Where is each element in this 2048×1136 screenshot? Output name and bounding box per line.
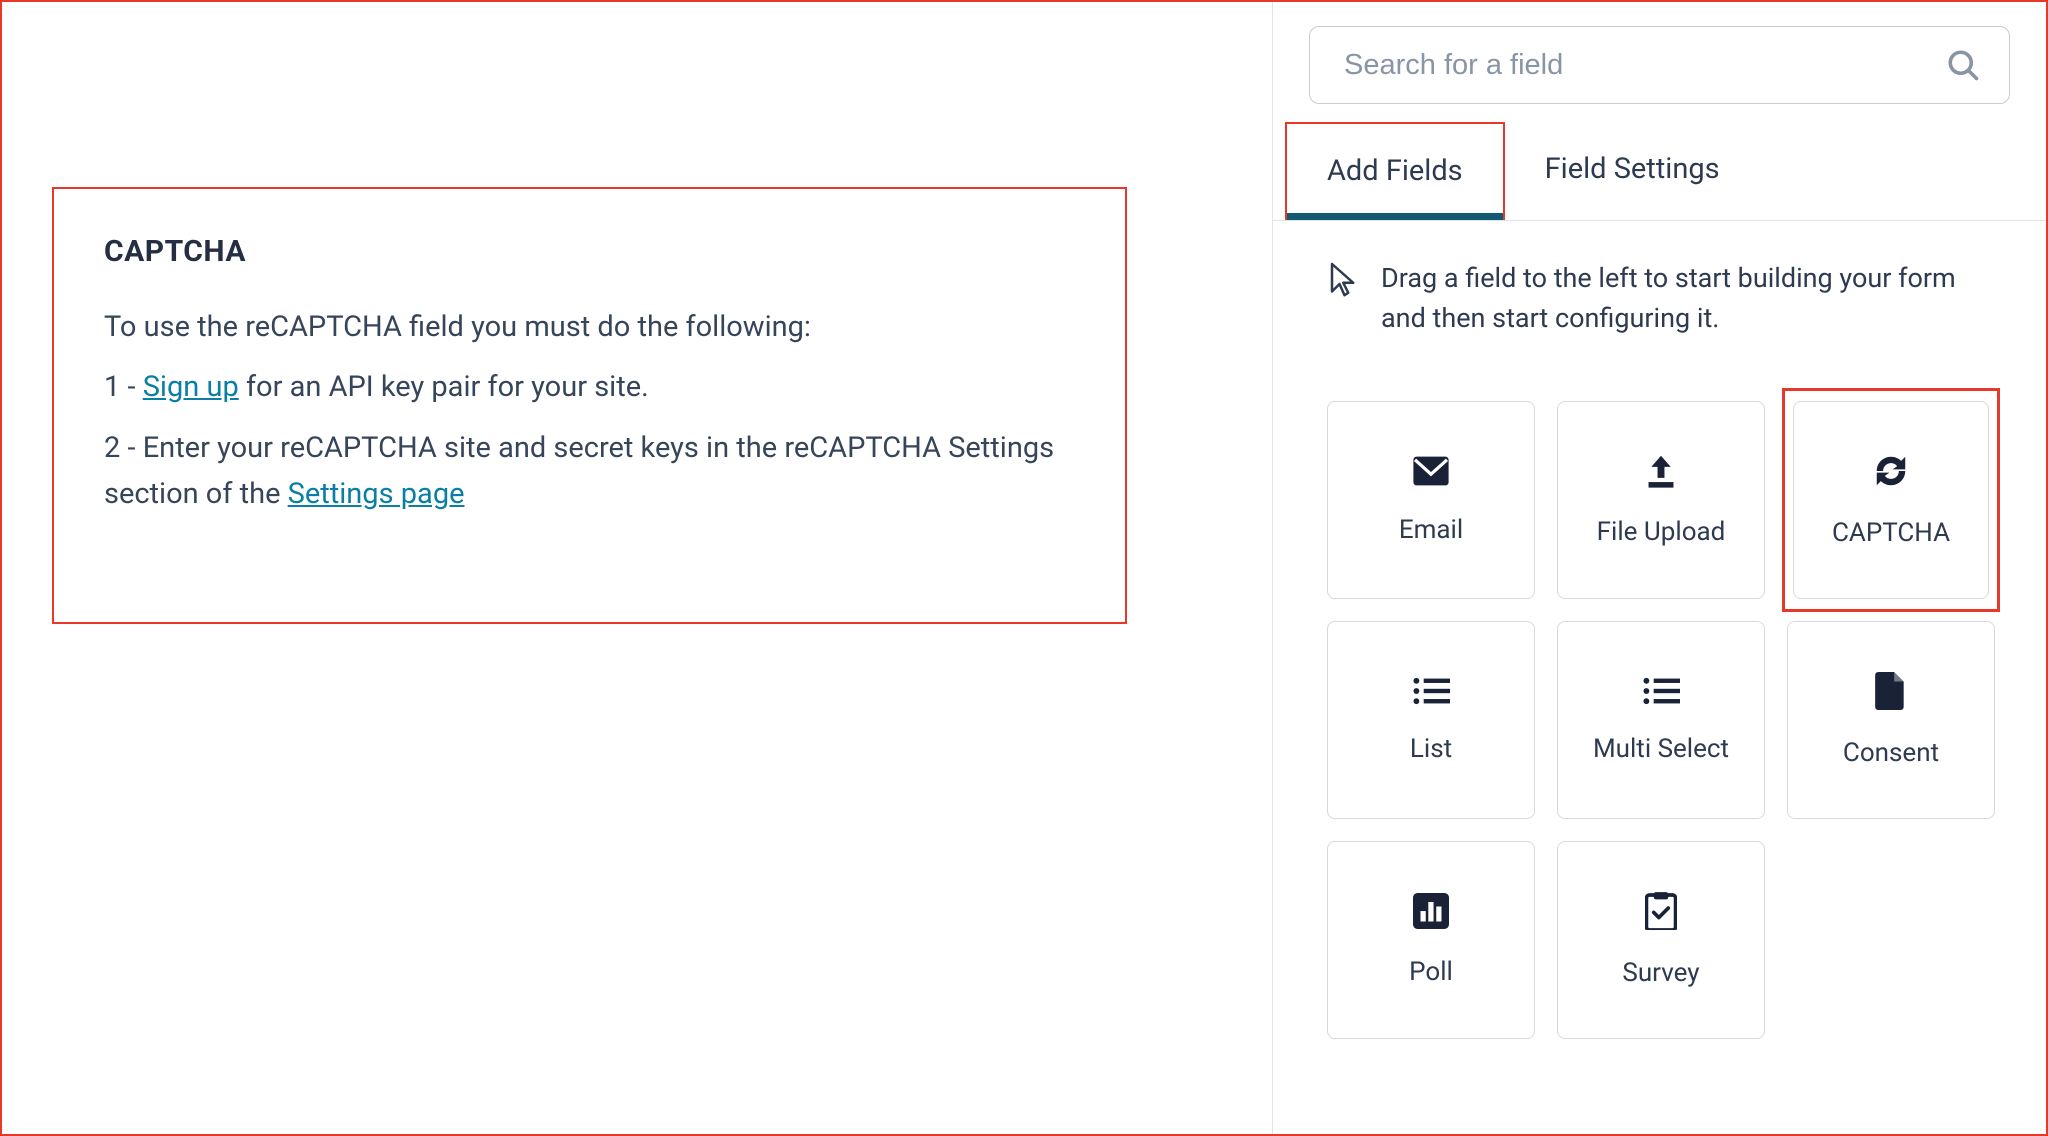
field-label-file-upload: File Upload	[1597, 517, 1726, 547]
field-card-captcha-wrap: CAPTCHA	[1782, 388, 2000, 612]
search-input[interactable]	[1344, 27, 1945, 103]
cursor-icon	[1327, 261, 1357, 297]
email-icon	[1411, 455, 1451, 487]
field-card-file-upload-wrap: File Upload	[1557, 401, 1765, 599]
settings-page-link[interactable]: Settings page	[288, 477, 465, 511]
field-card-multi-select[interactable]: Multi Select	[1557, 621, 1765, 819]
field-card-list[interactable]: List	[1327, 621, 1535, 819]
step1-prefix: 1 -	[104, 370, 143, 404]
field-card-poll[interactable]: Poll	[1327, 841, 1535, 1039]
tabs: Add Fields Field Settings	[1273, 122, 2046, 221]
search-wrap	[1273, 2, 2046, 122]
captcha-step-1: 1 - Sign up for an API key pair for your…	[104, 364, 1075, 410]
step2-prefix: 2 - Enter your reCAPTCHA site and secret…	[104, 431, 1054, 511]
field-label-consent: Consent	[1843, 738, 1939, 768]
clipboard-icon	[1645, 892, 1677, 930]
signup-link[interactable]: Sign up	[143, 370, 239, 404]
field-card-consent[interactable]: Consent	[1787, 621, 1995, 819]
field-card-consent-wrap: Consent	[1787, 621, 1995, 819]
field-label-captcha: CAPTCHA	[1832, 518, 1950, 548]
captcha-intro: To use the reCAPTCHA field you must do t…	[104, 304, 1075, 350]
field-card-captcha[interactable]: CAPTCHA	[1793, 401, 1989, 599]
drag-hint-text: Drag a field to the left to start buildi…	[1381, 259, 1986, 339]
multi-select-icon	[1642, 676, 1680, 706]
field-card-email[interactable]: Email	[1327, 401, 1535, 599]
field-label-list: List	[1410, 734, 1452, 764]
poll-icon	[1413, 893, 1449, 929]
field-card-list-wrap: List	[1327, 621, 1535, 819]
step1-suffix: for an API key pair for your site.	[239, 370, 649, 404]
refresh-icon	[1872, 452, 1910, 490]
field-label-email: Email	[1399, 515, 1463, 545]
field-label-poll: Poll	[1409, 957, 1453, 987]
search-icon	[1945, 47, 1981, 83]
field-card-email-wrap: Email	[1327, 401, 1535, 599]
field-card-survey[interactable]: Survey	[1557, 841, 1765, 1039]
sidebar-panel: Add Fields Field Settings Drag a field t…	[1272, 2, 2046, 1134]
drag-hint: Drag a field to the left to start buildi…	[1273, 221, 2046, 359]
form-canvas: CAPTCHA To use the reCAPTCHA field you m…	[2, 2, 1272, 1134]
list-icon	[1412, 676, 1450, 706]
tab-field-settings-label: Field Settings	[1545, 152, 1720, 186]
field-card-poll-wrap: Poll	[1327, 841, 1535, 1039]
app-root: CAPTCHA To use the reCAPTCHA field you m…	[0, 0, 2048, 1136]
upload-icon	[1644, 453, 1678, 489]
field-card-file-upload[interactable]: File Upload	[1557, 401, 1765, 599]
document-icon	[1875, 672, 1907, 710]
tab-add-fields-label: Add Fields	[1327, 154, 1463, 188]
captcha-info-card: CAPTCHA To use the reCAPTCHA field you m…	[52, 187, 1127, 624]
field-label-multi-select: Multi Select	[1593, 734, 1729, 764]
captcha-title: CAPTCHA	[104, 234, 1075, 269]
tab-add-fields[interactable]: Add Fields	[1285, 122, 1505, 220]
field-card-survey-wrap: Survey	[1557, 841, 1765, 1039]
field-label-survey: Survey	[1622, 958, 1699, 988]
field-card-multi-select-wrap: Multi Select	[1557, 621, 1765, 819]
search-box[interactable]	[1309, 26, 2010, 104]
captcha-step-2: 2 - Enter your reCAPTCHA site and secret…	[104, 425, 1075, 518]
tab-field-settings[interactable]: Field Settings	[1505, 122, 1760, 220]
fields-grid: Email File Upload	[1273, 359, 2046, 1039]
